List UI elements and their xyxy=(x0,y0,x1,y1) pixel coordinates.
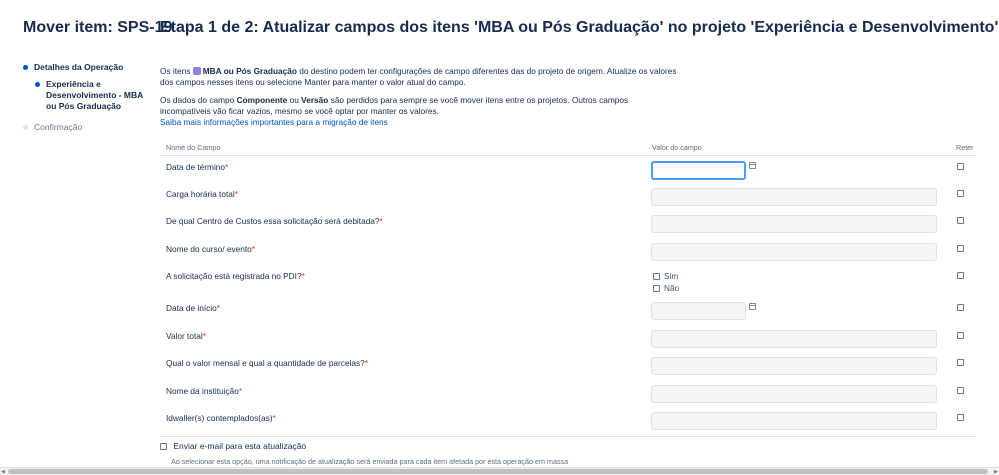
scrollbar-thumb[interactable] xyxy=(8,469,988,474)
option-checkbox[interactable] xyxy=(653,285,660,292)
pdi-option-yes[interactable]: Sim xyxy=(653,271,678,281)
required-indicator: * xyxy=(301,271,305,281)
field-label: Data de início* xyxy=(166,303,220,313)
issue-type-name: MBA ou Pós Graduação xyxy=(202,66,297,77)
retain-checkbox[interactable] xyxy=(957,304,964,311)
field-row: Data de início* xyxy=(160,302,976,327)
required-indicator: * xyxy=(238,386,243,396)
required-indicator: * xyxy=(234,189,238,199)
required-indicator: * xyxy=(225,162,229,172)
retain-checkbox[interactable] xyxy=(957,245,964,252)
retain-checkbox[interactable] xyxy=(957,387,964,394)
field-label: Nome do curso/ evento* xyxy=(166,244,256,254)
field-value-input[interactable] xyxy=(651,188,937,206)
field-label: Valor total* xyxy=(166,331,206,341)
step-progress: Detalhes da Operação Experiência e Desen… xyxy=(23,62,155,139)
step-label: Detalhes da Operação xyxy=(34,62,124,72)
field-label: De qual Centro de Custos essa solicitaçã… xyxy=(166,216,383,226)
learn-more-link[interactable]: Saiba mais informações importantes para … xyxy=(160,117,388,127)
field-row: A solicitação está registrada no PDI?* Si… xyxy=(160,271,976,295)
required-indicator: * xyxy=(379,216,383,226)
field-value-input[interactable] xyxy=(651,215,937,233)
required-indicator: * xyxy=(364,358,369,368)
required-indicator: * xyxy=(216,303,220,313)
field-label: Idwaller(s) contemplados(as)* xyxy=(166,413,276,423)
option-label: Não xyxy=(664,283,680,293)
scroll-right-icon[interactable]: ▶ xyxy=(994,469,998,475)
retain-checkbox[interactable] xyxy=(957,190,964,197)
field-value-input[interactable] xyxy=(651,330,937,348)
step-operation-details[interactable]: Detalhes da Operação xyxy=(23,62,155,73)
field-row: De qual Centro de Custos essa solicitaçã… xyxy=(160,215,976,240)
calendar-icon[interactable] xyxy=(749,303,756,310)
required-indicator: * xyxy=(202,331,206,341)
field-label: Nome da instituição* xyxy=(166,386,243,396)
send-email-checkbox[interactable] xyxy=(160,443,167,450)
field-row: Carga horária total* xyxy=(160,188,976,213)
step-label: Experiência e Desenvolvimento - MBA ou P… xyxy=(46,79,143,111)
intro-paragraph: Os itens MBA ou Pós Graduação do destino… xyxy=(160,66,677,88)
field-row: Nome do curso/ evento* xyxy=(160,243,976,268)
required-indicator: * xyxy=(272,413,276,423)
page-title: Mover item: SPS-19 xyxy=(23,19,173,36)
step-confirmation[interactable]: Confirmação xyxy=(23,122,155,133)
option-checkbox[interactable] xyxy=(653,273,660,280)
field-value-input[interactable] xyxy=(651,412,937,430)
date-input[interactable] xyxy=(651,302,746,320)
table-header-divider xyxy=(160,155,976,156)
calendar-icon[interactable] xyxy=(749,162,756,169)
issue-type-icon xyxy=(192,67,201,76)
field-row: Valor total* xyxy=(160,330,976,355)
step-dot xyxy=(23,125,28,130)
step-project-issue-type[interactable]: Experiência e Desenvolvimento - MBA ou P… xyxy=(35,79,155,112)
horizontal-scrollbar[interactable]: ◀ ▶ xyxy=(0,467,999,475)
field-label: Data de término* xyxy=(166,162,229,172)
field-value-input[interactable] xyxy=(651,385,937,403)
retain-checkbox[interactable] xyxy=(957,359,964,366)
date-input[interactable] xyxy=(651,161,746,180)
field-row: Idwaller(s) contemplados(as)* xyxy=(160,412,976,437)
column-header-field-name: Nome do Campo xyxy=(166,143,221,152)
pdi-option-no[interactable]: Não xyxy=(653,283,679,293)
field-value-input[interactable] xyxy=(651,357,937,375)
field-label: Carga horária total* xyxy=(166,189,238,199)
retain-checkbox[interactable] xyxy=(957,332,964,339)
step-label: Confirmação xyxy=(34,122,83,132)
retain-checkbox[interactable] xyxy=(957,217,964,224)
field-row: Nome da instituição* xyxy=(160,385,976,410)
step-title: Etapa 1 de 2: Atualizar campos dos itens… xyxy=(160,19,999,36)
step-dot xyxy=(35,82,40,87)
retain-checkbox[interactable] xyxy=(957,163,964,170)
send-email-option[interactable]: Enviar e-mail para esta atualização xyxy=(160,441,306,451)
retain-checkbox[interactable] xyxy=(957,272,964,279)
retain-checkbox[interactable] xyxy=(957,414,964,421)
option-label: Sim xyxy=(664,271,679,281)
field-value-input[interactable] xyxy=(651,243,937,261)
table-footer-divider xyxy=(160,436,976,437)
column-header-field-value: Valor do campo xyxy=(652,143,702,152)
scroll-left-icon[interactable]: ◀ xyxy=(1,469,5,475)
required-indicator: * xyxy=(251,244,256,254)
field-row: Data de término* xyxy=(160,161,976,186)
step-dot xyxy=(23,65,28,70)
send-email-label: Enviar e-mail para esta atualização xyxy=(173,441,307,451)
send-email-description: Ao selecionar esta opção, uma notificaçã… xyxy=(171,457,569,466)
column-header-retain: Reter xyxy=(956,143,974,152)
field-row: Qual o valor mensal e qual a quantidade … xyxy=(160,357,976,382)
field-label: A solicitação está registrada no PDI?* xyxy=(166,271,305,281)
field-label: Qual o valor mensal e qual a quantidade … xyxy=(166,358,369,368)
lost-data-warning: Os dados do campo Componente ou Versão s… xyxy=(160,95,629,117)
